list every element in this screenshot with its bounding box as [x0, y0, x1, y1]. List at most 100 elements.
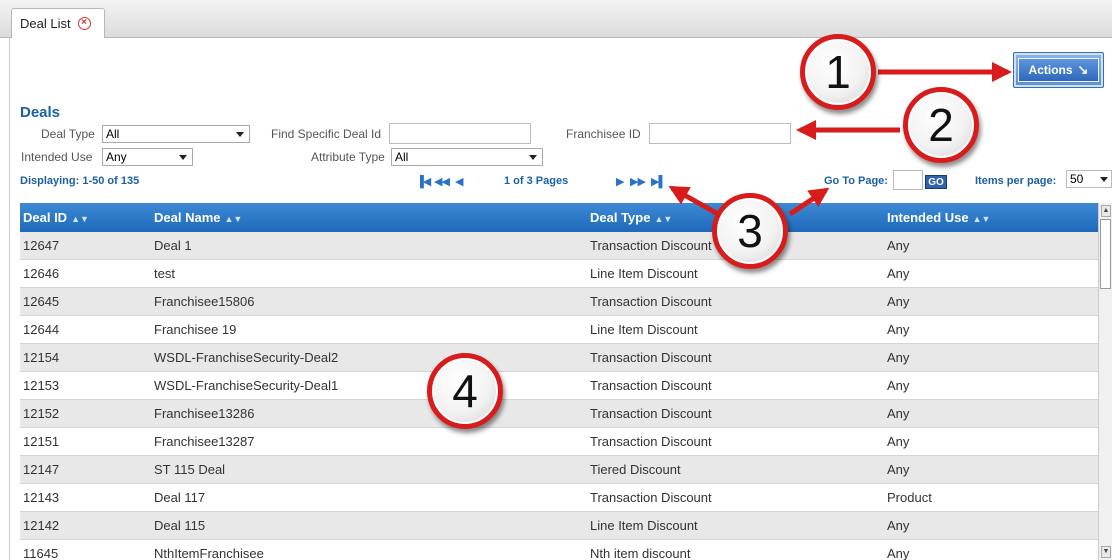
- chevron-down-icon: [179, 155, 187, 160]
- table-cell: Any: [887, 322, 910, 337]
- table-cell: 12143: [23, 490, 60, 505]
- column-header-deal-type[interactable]: Deal Type ▲▼: [590, 203, 672, 232]
- page-title: Deals: [20, 104, 61, 121]
- prev-page-icon[interactable]: ◀: [455, 175, 464, 188]
- items-per-page-select[interactable]: 50: [1066, 170, 1112, 188]
- table-header: Deal ID ▲▼ Deal Name ▲▼ Deal Type ▲▼ Intend…: [20, 203, 1098, 232]
- table-cell: Any: [887, 238, 910, 253]
- sort-icon: ▲▼: [224, 214, 243, 224]
- table-cell: Deal 117: [154, 490, 206, 505]
- fast-back-icon[interactable]: ◀◀: [434, 175, 450, 188]
- table-cell: 12646: [23, 266, 60, 281]
- table-row[interactable]: 12645 Franchisee15806 Transaction Discount…: [20, 288, 1098, 316]
- tab-deal-list[interactable]: Deal List ×: [11, 8, 105, 38]
- callout-1: 1: [800, 34, 876, 110]
- callout-4: 4: [427, 353, 503, 429]
- table-cell: Deal 1: [154, 238, 192, 253]
- items-per-page-value: 50: [1070, 172, 1084, 186]
- table-cell: Any: [887, 266, 910, 281]
- table-row[interactable]: 12154 WSDL-FranchiseSecurity-Deal2 Transac…: [20, 344, 1098, 372]
- table-cell: Transaction Discount: [590, 350, 712, 365]
- attribute-type-select[interactable]: All: [391, 148, 543, 166]
- franchisee-id-input[interactable]: [649, 123, 791, 144]
- table-cell: Any: [887, 462, 910, 477]
- attribute-type-label: Attribute Type: [311, 150, 385, 164]
- chevron-down-icon: [236, 132, 244, 137]
- table-scrollbar[interactable]: ▲ ▼: [1098, 203, 1112, 560]
- next-page-icon[interactable]: ▶: [616, 175, 625, 188]
- table-row[interactable]: 12152 Franchisee13286 Transaction Discount…: [20, 400, 1098, 428]
- find-deal-input[interactable]: [389, 123, 531, 144]
- table-row[interactable]: 12646 test Line Item Discount Any: [20, 260, 1098, 288]
- table-cell: Any: [887, 434, 910, 449]
- table-cell: 12154: [23, 350, 60, 365]
- table-row[interactable]: 12143 Deal 117 Transaction Discount Product: [20, 484, 1098, 512]
- table-cell: ST 115 Deal: [154, 462, 226, 477]
- scroll-up-icon[interactable]: ▲: [1101, 205, 1111, 217]
- goto-page-label: Go To Page:: [824, 175, 888, 187]
- table-cell: Franchisee 19: [154, 322, 237, 337]
- deals-table: Deal ID ▲▼ Deal Name ▲▼ Deal Type ▲▼ Intend…: [20, 203, 1098, 560]
- column-header-intended-use[interactable]: Intended Use ▲▼: [887, 203, 990, 232]
- arrow-down-right-icon: ↘: [1077, 62, 1089, 77]
- tab-strip: Deal List ×: [0, 0, 1112, 38]
- callout-2: 2: [903, 87, 979, 163]
- table-row[interactable]: 12647 Deal 1 Transaction Discount Any: [20, 232, 1098, 260]
- table-cell: Nth item discount: [590, 546, 691, 560]
- scroll-down-icon[interactable]: ▼: [1101, 546, 1111, 558]
- last-page-icon[interactable]: ▶▌: [651, 175, 666, 188]
- sort-icon: ▲▼: [972, 214, 991, 224]
- table-cell: 11645: [23, 546, 59, 560]
- table-cell: Transaction Discount: [590, 378, 712, 393]
- table-cell: Transaction Discount: [590, 294, 712, 309]
- intended-use-label: Intended Use: [21, 150, 93, 164]
- attribute-type-value: All: [395, 150, 409, 164]
- table-cell: 12647: [23, 238, 60, 253]
- franchisee-id-label: Franchisee ID: [566, 127, 641, 141]
- intended-use-select[interactable]: Any: [102, 148, 193, 166]
- goto-page-input[interactable]: [893, 170, 923, 190]
- table-row[interactable]: 12153 WSDL-FranchiseSecurity-Deal1 Transac…: [20, 372, 1098, 400]
- table-cell: WSDL-FranchiseSecurity-Deal2: [154, 350, 339, 365]
- table-cell: Franchisee13286: [154, 406, 255, 421]
- table-cell: 12151: [23, 434, 60, 449]
- chevron-down-icon: [1100, 177, 1108, 182]
- deal-type-label: Deal Type: [41, 127, 95, 141]
- column-header-deal-id[interactable]: Deal ID ▲▼: [23, 203, 89, 232]
- fast-forward-icon[interactable]: ▶▶: [630, 175, 646, 188]
- table-cell: Transaction Discount: [590, 238, 712, 253]
- table-cell: 12142: [23, 518, 60, 533]
- table-cell: Transaction Discount: [590, 490, 712, 505]
- table-row[interactable]: 12147 ST 115 Deal Tiered Discount Any: [20, 456, 1098, 484]
- scroll-thumb[interactable]: [1100, 219, 1111, 289]
- table-cell: Any: [887, 546, 910, 560]
- page-of-text: 1 of 3 Pages: [504, 175, 569, 187]
- table-cell: 12147: [23, 462, 60, 477]
- table-cell: Any: [887, 378, 910, 393]
- column-label: Deal ID: [23, 210, 68, 225]
- actions-button[interactable]: Actions ↘: [1013, 52, 1104, 88]
- column-header-deal-name[interactable]: Deal Name ▲▼: [154, 203, 242, 232]
- table-cell: Transaction Discount: [590, 406, 712, 421]
- table-cell: Any: [887, 350, 910, 365]
- go-button[interactable]: GO: [925, 175, 947, 189]
- column-label: Deal Name: [154, 210, 221, 225]
- tab-label: Deal List: [20, 16, 71, 31]
- table-row[interactable]: 12142 Deal 115 Line Item Discount Any: [20, 512, 1098, 540]
- table-cell: Any: [887, 294, 910, 309]
- close-icon[interactable]: ×: [77, 17, 91, 30]
- actions-button-face: Actions ↘: [1018, 58, 1099, 82]
- column-label: Deal Type: [590, 210, 651, 225]
- table-row[interactable]: 12644 Franchisee 19 Line Item Discount Any: [20, 316, 1098, 344]
- first-page-icon[interactable]: ▐◀: [416, 175, 431, 188]
- intended-use-value: Any: [106, 150, 127, 164]
- deal-type-select[interactable]: All: [102, 125, 250, 143]
- table-cell: Line Item Discount: [590, 266, 698, 281]
- table-cell: Any: [887, 406, 910, 421]
- table-cell: Tiered Discount: [590, 462, 681, 477]
- table-row[interactable]: 11645 NthItemFranchisee Nth item discount A…: [20, 540, 1098, 560]
- table-cell: Deal 115: [154, 518, 206, 533]
- column-label: Intended Use: [887, 210, 969, 225]
- table-row[interactable]: 12151 Franchisee13287 Transaction Discount…: [20, 428, 1098, 456]
- sort-icon: ▲▼: [654, 214, 673, 224]
